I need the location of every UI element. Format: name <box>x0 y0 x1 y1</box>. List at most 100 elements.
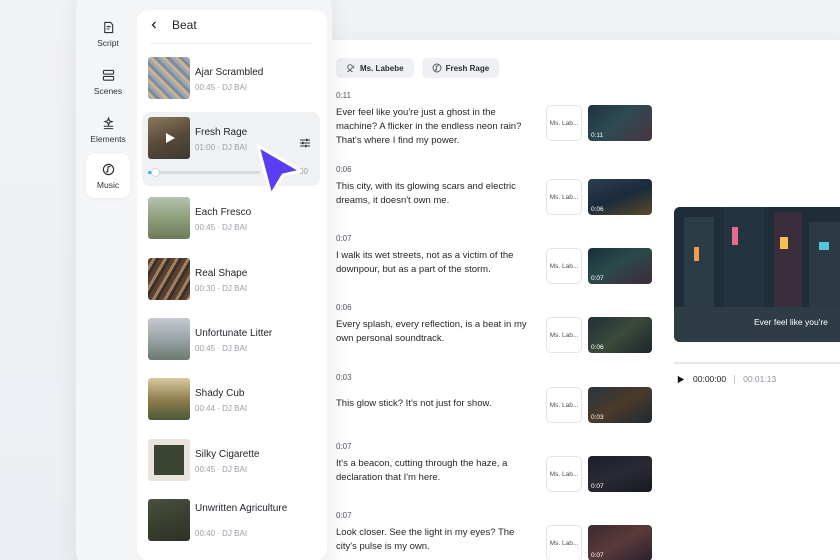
track-duration: 00:45 <box>195 83 216 92</box>
music-icon <box>102 163 114 175</box>
row-text[interactable]: Look closer. See the light in my eyes? T… <box>336 526 536 554</box>
row-thumbnail-time: 0:06 <box>591 206 604 213</box>
row-thumbnail[interactable]: 0:06 <box>588 317 652 353</box>
sidebar-item-elements[interactable]: Elements <box>86 108 130 152</box>
track-item[interactable]: Each Fresco 00:45 · DJ BAI <box>148 197 318 241</box>
video-preview[interactable]: Ever feel like you're <box>674 207 840 342</box>
track-duration: 00:44 <box>195 404 216 413</box>
track-item[interactable]: Ajar Scrambled 00:45 · DJ BAI <box>148 57 318 101</box>
voice-chip-label: Ms. Labebe <box>360 63 404 73</box>
script-row[interactable]: 0:06 This city, with its glowing scars a… <box>336 165 656 215</box>
row-thumbnail[interactable]: 0:03 <box>588 387 652 423</box>
track-duration: 00:40 <box>195 529 216 538</box>
track-duration: 00:30 <box>195 284 216 293</box>
total-time: 00:01:13 <box>743 374 777 384</box>
row-voice-box[interactable]: Ms. Lab... <box>546 317 582 353</box>
track-name: Unfortunate Litter <box>195 328 273 339</box>
track-artwork <box>148 197 190 239</box>
preview-caption: Ever feel like you're <box>754 317 828 327</box>
row-text[interactable]: It's a beacon, cutting through the haze,… <box>336 457 536 485</box>
pointer-cursor-icon <box>256 144 303 197</box>
track-artwork <box>148 318 190 360</box>
row-duration: 0:03 <box>336 373 352 382</box>
play-icon[interactable] <box>164 132 176 144</box>
back-chevron-icon[interactable] <box>150 21 158 29</box>
panel-header: Beat <box>150 18 197 32</box>
track-meta: 00:45 · DJ BAI <box>195 223 248 232</box>
track-artwork <box>148 57 190 99</box>
row-thumbnail[interactable]: 0:06 <box>588 179 652 215</box>
track-duration: 00:45 <box>195 465 216 474</box>
track-name: Each Fresco <box>195 207 252 218</box>
sidebar-item-label: Script <box>97 37 119 48</box>
script-row[interactable]: 0:06 Every splash, every reflection, is … <box>336 303 656 353</box>
row-text[interactable]: This glow stick? It's not just for show. <box>336 397 536 411</box>
script-row[interactable]: 0:07 Look closer. See the light in my ey… <box>336 511 656 560</box>
sidebar-item-music[interactable]: Music <box>86 154 130 198</box>
row-voice-box[interactable]: Ms. Lab... <box>546 525 582 560</box>
track-name: Shady Cub <box>195 388 245 399</box>
row-duration: 0:11 <box>336 91 351 100</box>
row-thumbnail-time: 0:06 <box>591 344 604 351</box>
row-duration: 0:06 <box>336 165 352 174</box>
script-row[interactable]: 0:11 Ever feel like you're just a ghost … <box>336 91 656 148</box>
row-voice-box[interactable]: Ms. Lab... <box>546 179 582 215</box>
track-meta: 01:00 · DJ BAI <box>195 143 248 152</box>
sidebar-item-script[interactable]: Script <box>86 12 130 56</box>
row-thumbnail[interactable]: 0:07 <box>588 248 652 284</box>
elements-icon <box>102 116 114 129</box>
track-item[interactable]: Unfortunate Litter 00:45 · DJ BAI <box>148 318 318 362</box>
row-text[interactable]: Ever feel like you're just a ghost in th… <box>336 106 536 148</box>
sidebar-item-label: Elements <box>90 133 126 144</box>
track-artist: DJ BAI <box>222 465 248 474</box>
music-note-icon <box>432 63 442 73</box>
preview-progress-bar[interactable] <box>674 362 840 364</box>
track-artwork <box>148 499 190 541</box>
panel-divider <box>150 43 312 44</box>
time-divider <box>734 374 736 384</box>
panel-title: Beat <box>172 18 197 32</box>
track-item[interactable]: Silky Cigarette 00:45 · DJ BAI <box>148 439 318 483</box>
row-text[interactable]: This city, with its glowing scars and el… <box>336 180 536 208</box>
sidebar-item-scenes[interactable]: Scenes <box>86 60 130 104</box>
track-artist: DJ BAI <box>222 404 248 413</box>
track-meta: 00:45 · DJ BAI <box>195 83 248 92</box>
music-chip[interactable]: Fresh Rage <box>421 58 500 78</box>
row-voice-box[interactable]: Ms. Lab... <box>546 387 582 423</box>
row-thumbnail-time: 0:11 <box>591 132 604 139</box>
track-artist: DJ BAI <box>222 344 248 353</box>
row-voice-box[interactable]: Ms. Lab... <box>546 105 582 141</box>
row-text[interactable]: Every splash, every reflection, is a bea… <box>336 318 536 346</box>
track-artwork <box>148 378 190 420</box>
script-icon <box>103 21 113 33</box>
row-thumbnail[interactable]: 0:07 <box>588 456 652 492</box>
track-item[interactable]: Shady Cub 00:44 · DJ BAI <box>148 378 318 422</box>
row-voice-box[interactable]: Ms. Lab... <box>546 248 582 284</box>
track-meta: 00:44 · DJ BAI <box>195 404 248 413</box>
track-progress-slider[interactable] <box>148 171 260 174</box>
track-artist: DJ BAI <box>222 529 248 538</box>
script-row[interactable]: 0:03 This glow stick? It's not just for … <box>336 373 656 423</box>
track-meta: 00:45 · DJ BAI <box>195 344 248 353</box>
row-text[interactable]: I walk its wet streets, not as a victim … <box>336 249 536 277</box>
row-thumbnail[interactable]: 0:07 <box>588 525 652 560</box>
voice-chip[interactable]: Ms. Labebe <box>336 58 414 78</box>
track-progress-handle[interactable] <box>150 168 160 177</box>
track-artwork <box>148 258 190 300</box>
track-item[interactable]: Real Shape 00:30 · DJ BAI <box>148 258 318 302</box>
row-thumbnail[interactable]: 0:11 <box>588 105 652 141</box>
track-name: Unwritten Agriculture <box>195 503 288 514</box>
play-icon[interactable] <box>676 375 685 384</box>
track-item[interactable]: Unwritten Agriculture 00:40 · DJ BAI <box>148 499 318 543</box>
voice-icon <box>347 64 355 73</box>
player-controls: 00:00:00 00:01:13 <box>676 374 776 384</box>
script-row[interactable]: 0:07 I walk its wet streets, not as a vi… <box>336 234 656 284</box>
script-row[interactable]: 0:07 It's a beacon, cutting through the … <box>336 442 656 492</box>
track-meta: 00:30 · DJ BAI <box>195 284 248 293</box>
sidebar-item-label: Scenes <box>93 85 123 96</box>
artwork-square <box>154 445 184 475</box>
track-name: Ajar Scrambled <box>195 67 264 78</box>
track-name: Silky Cigarette <box>195 449 260 460</box>
row-duration: 0:07 <box>336 442 352 451</box>
row-voice-box[interactable]: Ms. Lab... <box>546 456 582 492</box>
